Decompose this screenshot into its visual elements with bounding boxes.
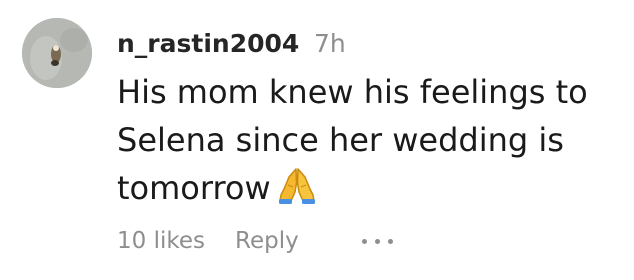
comment-text-line-last: tomorrow (117, 164, 617, 218)
likes-count[interactable]: 10 likes (117, 224, 205, 258)
comment-text-line: Selena since her wedding is (117, 121, 564, 159)
username[interactable]: n_rastin2004 (117, 27, 299, 61)
reply-button[interactable]: Reply (235, 224, 299, 258)
comment-time: 7h (314, 29, 346, 58)
folded-hands-icon (277, 165, 317, 218)
comment: n_rastin2004 7h His mom knew his feeling… (0, 0, 634, 280)
ellipsis-dot (362, 239, 367, 244)
ellipsis-dot (388, 239, 393, 244)
comment-text: His mom knew his feelings to Selena sinc… (117, 68, 617, 218)
avatar[interactable] (22, 18, 92, 88)
ellipsis-icon[interactable] (359, 224, 399, 258)
ellipsis-dot (375, 239, 380, 244)
avatar-image (22, 18, 92, 88)
comment-text-line: tomorrow (117, 169, 271, 207)
comment-text-line: His mom knew his feelings to (117, 73, 588, 111)
